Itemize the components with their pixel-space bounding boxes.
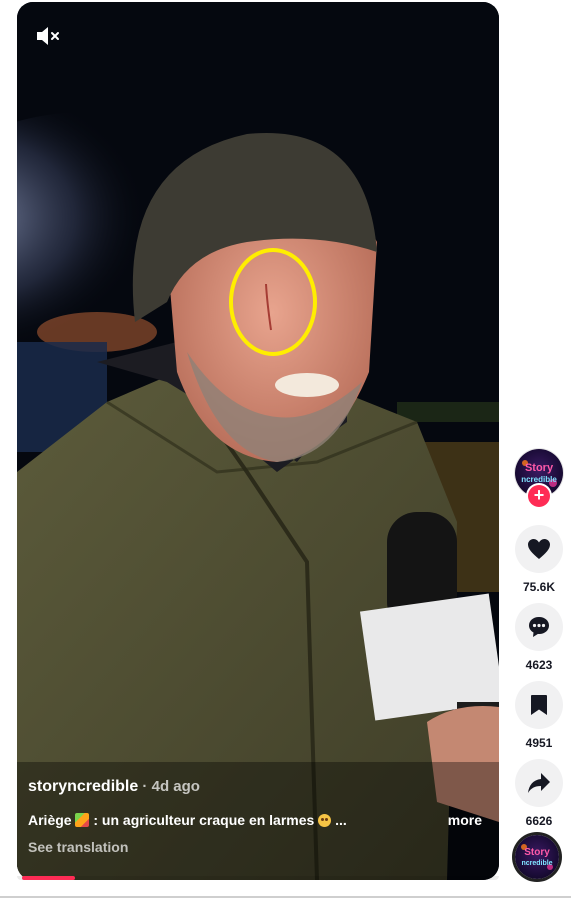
desc-start: Ariège: [28, 812, 76, 828]
see-translation-link[interactable]: See translation: [28, 839, 128, 855]
comment-count: 4623: [525, 658, 553, 672]
desc-end: ...: [331, 812, 347, 828]
video-player[interactable]: storyncredible · 4d ago Ariège : un agri…: [17, 2, 499, 880]
username-link[interactable]: storyncredible: [28, 778, 138, 795]
more-button[interactable]: more: [448, 812, 482, 828]
save-count: 4951: [525, 736, 553, 750]
share-action: 6626: [515, 759, 563, 828]
progress-fill: [22, 876, 75, 880]
divider: [0, 896, 571, 898]
save-action: 4951: [515, 681, 563, 750]
comment-action: 4623: [515, 603, 563, 672]
share-icon: [528, 773, 550, 793]
mute-button[interactable]: [35, 24, 63, 48]
svg-text:ncredible: ncredible: [521, 475, 557, 484]
svg-text:ncredible: ncredible: [521, 860, 552, 867]
rainbow-flag-emoji: [75, 813, 90, 827]
video-description: Ariège : un agriculteur craque en larmes…: [28, 812, 408, 828]
follow-button[interactable]: +: [528, 485, 550, 507]
progress-track[interactable]: [17, 876, 499, 880]
share-count: 6626: [525, 814, 553, 828]
author-line: storyncredible · 4d ago: [28, 778, 200, 796]
like-action: 75.6K: [515, 525, 563, 594]
heart-icon: [528, 539, 550, 559]
desc-mid: : un agriculteur craque en larmes: [89, 812, 319, 828]
music-disc[interactable]: Story ncredible: [515, 835, 559, 879]
svg-text:Story: Story: [525, 462, 554, 474]
speaker-muted-icon: [37, 27, 59, 45]
comment-button[interactable]: [515, 603, 563, 651]
separator: ·: [138, 778, 152, 795]
video-caption: storyncredible · 4d ago Ariège : un agri…: [28, 770, 485, 880]
like-count: 75.6K: [522, 580, 556, 594]
like-button[interactable]: [515, 525, 563, 573]
share-button[interactable]: [515, 759, 563, 807]
save-button[interactable]: [515, 681, 563, 729]
svg-text:Story: Story: [524, 847, 550, 858]
pleading-face-emoji: [318, 814, 332, 827]
post-age: 4d ago: [151, 778, 200, 795]
comment-icon: [529, 617, 549, 637]
video-frame: [17, 2, 499, 880]
bookmark-icon: [531, 695, 547, 715]
music-disc-icon: Story ncredible: [521, 844, 553, 870]
